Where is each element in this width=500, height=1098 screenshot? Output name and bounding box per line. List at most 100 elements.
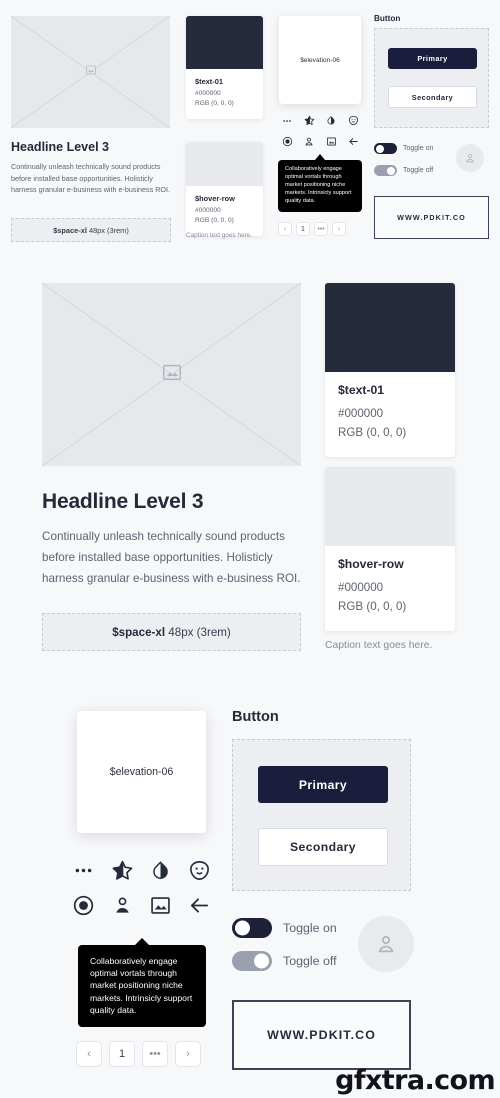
toggle-knob	[235, 920, 250, 936]
main-image-placeholder	[42, 283, 301, 466]
pagination-ellipsis-button[interactable]: •••	[142, 1041, 168, 1067]
thumb-image-placeholder	[11, 16, 170, 128]
main-swatch-card-hoverrow: $hover-row #000000 RGB (0, 0, 0)	[325, 467, 455, 631]
main-space-token-value: 48px (3rem)	[168, 625, 231, 639]
toggle-off-switch[interactable]	[374, 165, 397, 176]
main-body-text: Continually unleash technically sound pr…	[42, 530, 301, 585]
swatch-name: $text-01	[338, 383, 385, 397]
toggle-on-switch[interactable]	[232, 918, 272, 938]
swatch-chip	[186, 142, 263, 186]
toggle-knob	[376, 144, 384, 153]
thumb-toggle-off-row: Toggle off	[374, 165, 433, 176]
radio-button-checked-icon[interactable]	[276, 131, 298, 152]
swatch-hex: #000000	[338, 407, 384, 420]
thumb-caption: Caption text goes here.	[186, 232, 253, 239]
thumb-swatch-card-text01: $text-01 #000000 RGB (0, 0, 0)	[186, 16, 263, 119]
swatch-rgb: RGB (0, 0, 0)	[195, 216, 234, 224]
main-button-section-label: Button	[232, 709, 279, 725]
mood-face-icon[interactable]	[342, 110, 364, 131]
thumb-button-group: Primary Secondary	[374, 28, 489, 128]
preview-page: Headline Level 3 Continually unleash tec…	[0, 0, 500, 1098]
pagination-ellipsis-button[interactable]: •••	[314, 222, 328, 236]
main-toggle-on-row: Toggle on	[232, 918, 337, 938]
main-toggle-off-row: Toggle off	[232, 951, 337, 971]
main-caption: Caption text goes here.	[325, 640, 433, 651]
thumb-pagination: ‹ 1 ••• ›	[278, 222, 346, 236]
swatch-name: $hover-row	[195, 194, 235, 203]
secondary-button[interactable]: Secondary	[258, 828, 388, 866]
pagination-prev-button[interactable]: ‹	[76, 1041, 102, 1067]
elevation-label: $elevation-06	[109, 766, 174, 778]
secondary-button[interactable]: Secondary	[388, 86, 477, 108]
mood-face-icon[interactable]	[180, 853, 219, 888]
swatch-meta: $text-01 #000000 RGB (0, 0, 0)	[186, 69, 263, 119]
swatch-hex: #000000	[195, 207, 221, 214]
person-icon	[465, 153, 475, 163]
pagination-page-1[interactable]: 1	[296, 222, 310, 236]
swatch-meta: $hover-row #000000 RGB (0, 0, 0)	[325, 546, 455, 631]
pagination-next-button[interactable]: ›	[332, 222, 346, 236]
main-avatar	[358, 916, 414, 972]
toggle-on-switch[interactable]	[374, 143, 397, 154]
thumb-space-token-name: $space-xl	[53, 225, 87, 235]
person-icon	[378, 935, 394, 953]
toggle-off-switch[interactable]	[232, 951, 272, 971]
thumb-toggle-on-row: Toggle on	[374, 143, 433, 154]
toggle-off-label: Toggle off	[403, 167, 434, 174]
toggle-knob	[387, 166, 395, 175]
toggle-off-label: Toggle off	[283, 954, 337, 968]
swatch-chip	[325, 283, 455, 372]
thumb-swatch-card-hoverrow: $hover-row #000000 RGB (0, 0, 0)	[186, 142, 263, 236]
more-horizontal-icon[interactable]	[64, 853, 103, 888]
swatch-name: $text-01	[195, 77, 223, 86]
gfxtra-watermark: gfxtra.com	[335, 1065, 495, 1096]
primary-button[interactable]: Primary	[388, 48, 477, 69]
thumb-space-token-value: 48px (3rem)	[88, 225, 129, 235]
thumb-tooltip: Collaboratively engage optimal vortals t…	[278, 160, 362, 212]
swatch-name: $hover-row	[338, 557, 404, 571]
primary-button[interactable]: Primary	[258, 766, 388, 803]
image-icon	[161, 361, 183, 388]
main-space-token-name: $space-xl	[112, 625, 166, 639]
thumb-icon-grid	[276, 110, 364, 152]
toggle-knob	[254, 953, 269, 969]
thumb-avatar	[456, 144, 484, 172]
swatch-chip	[325, 467, 455, 546]
image-icon	[85, 63, 97, 81]
pagination-page-1[interactable]: 1	[109, 1041, 135, 1067]
main-pagination: ‹ 1 ••• ›	[76, 1041, 201, 1067]
star-half-icon[interactable]	[103, 853, 142, 888]
arrow-left-icon[interactable]	[180, 888, 219, 923]
star-half-icon[interactable]	[298, 110, 320, 131]
thumb-headline: Headline Level 3	[11, 140, 109, 154]
thumb-button-section-label: Button	[374, 14, 401, 23]
main-headline: Headline Level 3	[42, 490, 204, 513]
swatch-rgb: RGB (0, 0, 0)	[338, 426, 407, 440]
opacity-droplet-icon[interactable]	[320, 110, 342, 131]
thumb-body-text: Continually unleash technically sound pr…	[11, 162, 170, 195]
swatch-meta: $hover-row #000000 RGB (0, 0, 0)	[186, 186, 263, 236]
main-elevation-card: $elevation-06	[77, 711, 206, 833]
image-icon[interactable]	[320, 131, 342, 152]
main-space-token: $space-xl 48px (3rem)	[42, 613, 301, 651]
thumb-space-token: $space-xl 48px (3rem)	[11, 218, 171, 242]
main-icon-grid	[64, 853, 219, 923]
opacity-droplet-icon[interactable]	[142, 853, 181, 888]
swatch-chip	[186, 16, 263, 69]
thumb-elevation-card: $elevation-06	[279, 16, 361, 104]
image-icon[interactable]	[142, 888, 181, 923]
swatch-rgb: RGB (0, 0, 0)	[338, 600, 407, 614]
main-button-group: Primary Secondary	[232, 739, 411, 891]
pagination-next-button[interactable]: ›	[175, 1041, 201, 1067]
swatch-rgb: RGB (0, 0, 0)	[195, 99, 234, 107]
person-icon[interactable]	[103, 888, 142, 923]
main-url-box[interactable]: WWW.PDKIT.CO	[232, 1000, 411, 1070]
radio-button-checked-icon[interactable]	[64, 888, 103, 923]
main-swatch-card-text01: $text-01 #000000 RGB (0, 0, 0)	[325, 283, 455, 457]
arrow-left-icon[interactable]	[342, 131, 364, 152]
toggle-on-label: Toggle on	[283, 921, 337, 935]
thumb-url-box[interactable]: WWW.PDKIT.CO	[374, 196, 489, 239]
more-horizontal-icon[interactable]	[276, 110, 298, 131]
pagination-prev-button[interactable]: ‹	[278, 222, 292, 236]
person-icon[interactable]	[298, 131, 320, 152]
